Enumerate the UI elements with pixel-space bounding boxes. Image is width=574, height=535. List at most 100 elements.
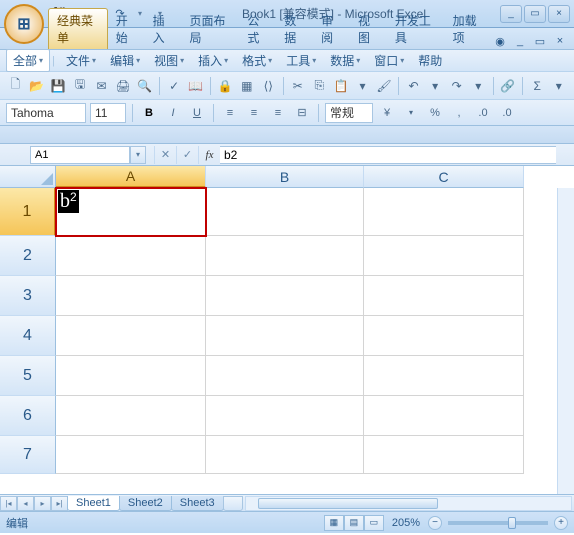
cell-A7[interactable]: [56, 436, 206, 474]
research-icon[interactable]: 📖: [186, 76, 205, 96]
cell-C2[interactable]: [364, 236, 524, 276]
font-size-combo[interactable]: 11: [90, 103, 126, 123]
save-icon[interactable]: 💾: [49, 76, 68, 96]
sheet-tab-1[interactable]: Sheet1: [67, 496, 120, 511]
hyperlink-icon[interactable]: 🔗: [498, 76, 517, 96]
cell-B5[interactable]: [206, 356, 364, 396]
sheet-tab-2[interactable]: Sheet2: [119, 496, 172, 511]
italic-button[interactable]: I: [163, 103, 183, 123]
menu-window[interactable]: 窗口▾: [368, 50, 410, 71]
saveas-icon[interactable]: 🖫: [71, 76, 90, 96]
tab-home[interactable]: 开始: [108, 9, 145, 49]
currency-dropdown[interactable]: ▾: [401, 103, 421, 123]
first-sheet-button[interactable]: |◂: [0, 496, 17, 511]
bold-button[interactable]: B: [139, 103, 159, 123]
menu-file[interactable]: 文件▾: [60, 50, 102, 71]
cell-A1[interactable]: b2: [56, 188, 206, 236]
menu-all[interactable]: 全部▾: [6, 49, 50, 72]
align-left-button[interactable]: ≡: [220, 103, 240, 123]
autosum-icon[interactable]: Σ: [528, 76, 547, 96]
paste-icon[interactable]: 📋: [332, 76, 351, 96]
last-sheet-button[interactable]: ▸|: [51, 496, 68, 511]
decrease-decimal-button[interactable]: .0: [497, 103, 517, 123]
cut-icon[interactable]: ✂: [289, 76, 308, 96]
format-painter-icon[interactable]: 🖌: [375, 76, 394, 96]
name-box-dropdown[interactable]: ▾: [130, 146, 146, 164]
tab-insert[interactable]: 插入: [145, 9, 182, 49]
column-header-C[interactable]: C: [364, 166, 524, 188]
spell-icon[interactable]: ✓: [165, 76, 184, 96]
copy-icon[interactable]: ⎘: [310, 76, 329, 96]
help-icon[interactable]: ◉: [492, 33, 508, 49]
paste-dropdown[interactable]: ▾: [353, 76, 372, 96]
cell-C3[interactable]: [364, 276, 524, 316]
autosum-dropdown[interactable]: ▾: [549, 76, 568, 96]
menu-data[interactable]: 数据▾: [324, 50, 366, 71]
tab-formulas[interactable]: 公式: [239, 9, 276, 49]
print-icon[interactable]: 🖨: [114, 76, 133, 96]
row-header-1[interactable]: 1: [0, 188, 56, 236]
office-button[interactable]: ⊞: [4, 4, 44, 44]
page-layout-view-button[interactable]: ▤: [344, 515, 364, 531]
xml-icon[interactable]: ⟨⟩: [259, 76, 278, 96]
mail-icon[interactable]: ✉: [92, 76, 111, 96]
align-center-button[interactable]: ≡: [244, 103, 264, 123]
menu-tools[interactable]: 工具▾: [280, 50, 322, 71]
fx-button[interactable]: fx: [198, 146, 220, 164]
menu-format[interactable]: 格式▾: [236, 50, 278, 71]
close-button[interactable]: ×: [548, 5, 570, 23]
menu-insert[interactable]: 插入▾: [192, 50, 234, 71]
vertical-scrollbar[interactable]: [557, 188, 574, 494]
cell-C7[interactable]: [364, 436, 524, 474]
cell-C4[interactable]: [364, 316, 524, 356]
redo-icon[interactable]: ↷: [447, 76, 466, 96]
menu-help[interactable]: 帮助: [412, 50, 448, 71]
menu-edit[interactable]: 编辑▾: [104, 50, 146, 71]
increase-decimal-button[interactable]: .0: [473, 103, 493, 123]
formula-input[interactable]: b2: [220, 146, 556, 164]
underline-button[interactable]: U: [187, 103, 207, 123]
row-header-2[interactable]: 2: [0, 236, 56, 276]
cell-B2[interactable]: [206, 236, 364, 276]
font-combo[interactable]: Tahoma: [6, 103, 86, 123]
sheet-tab-3[interactable]: Sheet3: [171, 496, 224, 511]
cell-B1[interactable]: [206, 188, 364, 236]
minimize-button[interactable]: _: [500, 5, 522, 23]
select-all-corner[interactable]: [0, 166, 56, 188]
cell-B3[interactable]: [206, 276, 364, 316]
redo-dropdown[interactable]: ▾: [469, 76, 488, 96]
tab-page-layout[interactable]: 页面布局: [182, 9, 240, 49]
undo-icon[interactable]: ↶: [404, 76, 423, 96]
undo-dropdown[interactable]: ▾: [426, 76, 445, 96]
row-header-4[interactable]: 4: [0, 316, 56, 356]
merge-center-button[interactable]: ⊟: [292, 103, 312, 123]
cell-C6[interactable]: [364, 396, 524, 436]
doc-minimize-button[interactable]: _: [512, 33, 528, 49]
number-format-combo[interactable]: 常规: [325, 103, 373, 123]
zoom-level[interactable]: 205%: [392, 517, 420, 529]
tab-data[interactable]: 数据: [276, 9, 313, 49]
cell-B4[interactable]: [206, 316, 364, 356]
currency-button[interactable]: ¥: [377, 103, 397, 123]
doc-restore-button[interactable]: ▭: [532, 33, 548, 49]
zoom-in-button[interactable]: +: [554, 516, 568, 530]
cell-A3[interactable]: [56, 276, 206, 316]
zoom-out-button[interactable]: −: [428, 516, 442, 530]
horizontal-scrollbar[interactable]: [245, 496, 572, 511]
cell-A4[interactable]: [56, 316, 206, 356]
cell-B6[interactable]: [206, 396, 364, 436]
doc-close-button[interactable]: ×: [552, 33, 568, 49]
cancel-formula-button[interactable]: ✕: [154, 146, 176, 164]
page-break-view-button[interactable]: ▭: [364, 515, 384, 531]
column-header-B[interactable]: B: [206, 166, 364, 188]
column-header-A[interactable]: A: [56, 166, 206, 188]
tab-review[interactable]: 审阅: [313, 9, 350, 49]
row-header-3[interactable]: 3: [0, 276, 56, 316]
open-icon[interactable]: 📂: [28, 76, 47, 96]
tab-addins[interactable]: 加载项: [445, 9, 492, 49]
cell-A2[interactable]: [56, 236, 206, 276]
row-header-7[interactable]: 7: [0, 436, 56, 474]
cell-C1[interactable]: [364, 188, 524, 236]
maximize-button[interactable]: ▭: [524, 5, 546, 23]
menu-view[interactable]: 视图▾: [148, 50, 190, 71]
